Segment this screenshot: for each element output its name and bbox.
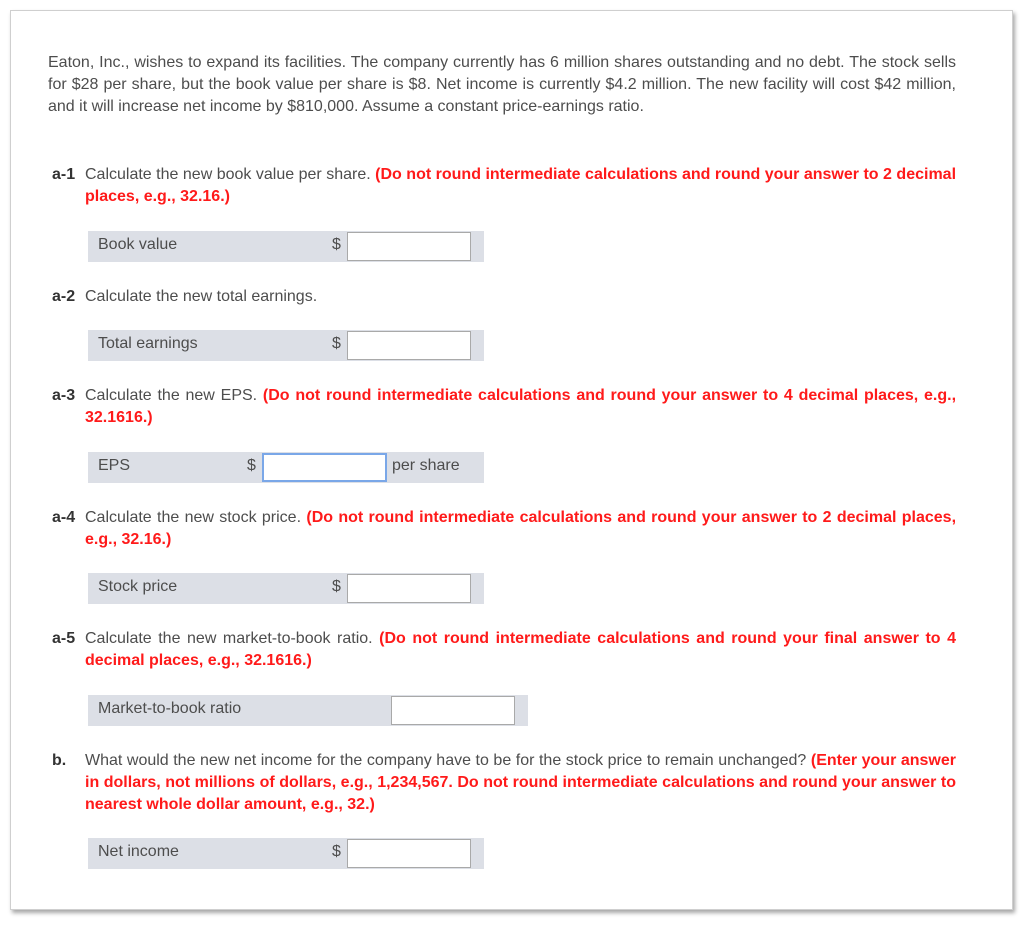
dollar-sign: $ [247, 457, 256, 474]
field-label: Total earnings [98, 335, 198, 352]
dollar-sign: $ [332, 236, 341, 253]
dollar-sign: $ [332, 843, 341, 860]
question-text: Calculate the new total earnings. [85, 288, 318, 305]
question-text: Calculate the new market-to-book ratio. [85, 630, 373, 647]
question-text: Calculate the new stock price. [85, 509, 302, 526]
question-a2: a-2 Calculate the new total earnings. [52, 286, 956, 308]
question-number: a-3 [52, 387, 76, 404]
answer-row-market-to-book: Market-to-book ratio [88, 695, 528, 726]
question-number: b. [52, 752, 67, 769]
per-share-suffix: per share [392, 457, 460, 474]
question-number: a-1 [52, 166, 76, 183]
question-a5: a-5 Calculate the new market-to-book rat… [52, 628, 956, 672]
answer-row-eps: EPS $ per share [88, 452, 484, 483]
field-label: Net income [98, 843, 179, 860]
field-label: Stock price [98, 578, 178, 595]
question-text: Calculate the new EPS. [85, 387, 258, 404]
field-label: EPS [98, 457, 131, 474]
question-a3: a-3 Calculate the new EPS. (Do not round… [52, 385, 956, 429]
eps-input[interactable] [262, 453, 387, 482]
answer-row-total-earnings: Total earnings $ [88, 330, 484, 361]
question-a4: a-4 Calculate the new stock price. (Do n… [52, 507, 956, 551]
question-b: b. What would the new net income for the… [52, 750, 956, 816]
question-text: What would the new net income for the co… [85, 752, 807, 769]
market-to-book-input[interactable] [391, 696, 515, 725]
question-number: a-2 [52, 288, 76, 305]
field-label: Book value [98, 236, 178, 253]
answer-row-stock-price: Stock price $ [88, 573, 484, 604]
total-earnings-input[interactable] [347, 331, 471, 360]
answer-row-net-income: Net income $ [88, 838, 484, 869]
field-label: Market-to-book ratio [98, 700, 242, 717]
question-a1: a-1 Calculate the new book value per sha… [52, 164, 956, 208]
question-text: Calculate the new book value per share. [85, 166, 371, 183]
question-number: a-5 [52, 630, 76, 647]
book-value-input[interactable] [347, 232, 471, 261]
net-income-input[interactable] [347, 839, 471, 868]
dollar-sign: $ [332, 578, 341, 595]
problem-statement: Eaton, Inc., wishes to expand its facili… [48, 54, 956, 115]
dollar-sign: $ [332, 335, 341, 352]
question-number: a-4 [52, 509, 76, 526]
stock-price-input[interactable] [347, 574, 471, 603]
answer-row-book-value: Book value $ [88, 231, 484, 262]
